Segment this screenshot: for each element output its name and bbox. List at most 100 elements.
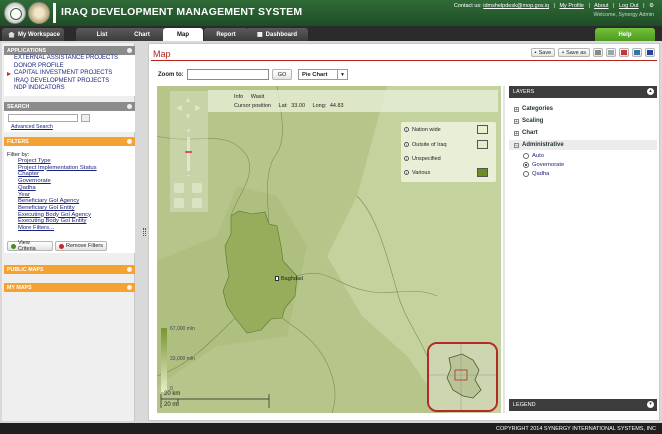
search-button[interactable] (81, 114, 90, 122)
zoom-go-button[interactable]: GO (272, 69, 292, 80)
my-maps-header[interactable]: MY MAPS (4, 283, 135, 292)
filter-link-governorate[interactable]: Governorate (4, 178, 135, 185)
zoom-to-input[interactable] (187, 69, 269, 80)
radio-button[interactable] (523, 153, 529, 159)
app-link-donor-profile[interactable]: DONOR PROFILE (4, 63, 135, 71)
zoom-slider-handle[interactable] (185, 151, 192, 153)
collapse-icon[interactable]: ▴ (647, 88, 654, 95)
info-tool-icon[interactable] (192, 198, 202, 208)
legend-header[interactable]: LEGEND ▾ (509, 399, 657, 411)
app-link-ndp-indicators[interactable]: NDP INDICATORS (4, 85, 135, 93)
advanced-search-link[interactable]: Advanced Search (11, 124, 53, 130)
collapse-icon[interactable] (127, 104, 132, 109)
filter-link-project-type[interactable]: Project Type (4, 158, 135, 165)
app-link-iraq-development[interactable]: IRAQ DEVELOPMENT PROJECTS (4, 78, 135, 86)
export-image-button[interactable] (632, 48, 642, 57)
copy-button[interactable] (606, 48, 616, 57)
pan-left-icon[interactable]: ◀ (174, 104, 184, 112)
settings-icon[interactable]: ⚙ (649, 3, 654, 9)
expand-icon[interactable] (127, 285, 132, 290)
applications-header[interactable]: APPLICATIONS (4, 46, 135, 55)
layer-group-scaling[interactable]: + Scaling (509, 116, 657, 126)
zoom-box-icon[interactable] (192, 183, 202, 193)
layer-group-categories[interactable]: + Categories (509, 104, 657, 114)
my-profile-link[interactable]: My Profile (559, 3, 583, 9)
tab-my-workspace[interactable]: My Workspace (2, 28, 64, 41)
expand-icon[interactable]: + (514, 106, 519, 112)
expand-icon[interactable]: ▾ (647, 401, 654, 408)
zoom-in-icon[interactable]: + (185, 128, 192, 135)
layers-header[interactable]: LAYERS ▴ (509, 86, 657, 98)
map-canvas[interactable]: ▲ ◀ ▶ ▼ + − Info Wasit Cursor position L… (157, 86, 501, 413)
info-icon[interactable]: i (404, 142, 409, 147)
email-button[interactable] (645, 48, 655, 57)
search-input[interactable] (8, 114, 78, 122)
pan-down-icon[interactable]: ▼ (183, 113, 193, 121)
public-maps-panel[interactable]: PUBLIC MAPS (4, 265, 135, 274)
filter-link-qadha[interactable]: Qadha (4, 185, 135, 192)
map-panel-divider[interactable] (503, 86, 505, 413)
expand-icon[interactable] (127, 267, 132, 272)
my-maps-panel[interactable]: MY MAPS (4, 283, 135, 292)
select-tool-icon[interactable] (174, 183, 184, 193)
filter-link-executing-agency[interactable]: Executing Body GoI Agency (4, 212, 135, 219)
info-icon[interactable]: i (404, 170, 409, 175)
admin-option-qadha[interactable]: Qadha (523, 170, 549, 178)
contact-email-link[interactable]: idmshelpdesk@mop.gov.iq (483, 3, 549, 9)
filter-link-executing-entity[interactable]: Executing Body GoI Entity (4, 218, 135, 225)
filter-link-beneficiary-entity[interactable]: Beneficiary GoI Entity (4, 205, 135, 212)
tab-map[interactable]: Map (163, 28, 203, 41)
collapse-icon[interactable]: − (514, 142, 519, 148)
save-as-button[interactable]: ▪ Save as (558, 48, 590, 57)
zoom-out-icon[interactable]: − (185, 173, 192, 180)
expand-icon[interactable]: + (514, 118, 519, 124)
search-header[interactable]: SEARCH (4, 102, 135, 111)
panel-title: PUBLIC MAPS (7, 266, 44, 273)
save-button[interactable]: ▪ Save (530, 48, 556, 57)
filter-link-year[interactable]: Year (4, 192, 135, 199)
tab-dashboard[interactable]: ▦ Dashboard (246, 28, 308, 41)
print-button[interactable] (593, 48, 603, 57)
layer-group-administrative[interactable]: − Administrative (509, 140, 657, 150)
legend-label: Nation wide (412, 127, 441, 133)
chart-type-select[interactable]: Pie Chart ▼ (298, 69, 348, 80)
radio-button[interactable] (523, 162, 529, 168)
city-label-baghdad[interactable]: Baghdad (275, 276, 303, 282)
select-value: Pie Chart (302, 71, 328, 78)
filter-link-beneficiary-agency[interactable]: Beneficiary GoI Agency (4, 198, 135, 205)
expand-icon[interactable]: + (514, 130, 519, 136)
view-criteria-button[interactable]: View Criteria (7, 240, 53, 252)
scale-label-mid: 33,000 mln (170, 356, 195, 362)
info-icon[interactable]: i (404, 127, 409, 132)
layer-group-chart[interactable]: + Chart (509, 128, 657, 138)
tab-report[interactable]: Report (204, 28, 248, 41)
remove-filters-button[interactable]: Remove Filters (55, 241, 107, 251)
app-link-capital-investment[interactable]: CAPITAL INVESTMENT PROJECTS (4, 70, 135, 78)
public-maps-header[interactable]: PUBLIC MAPS (4, 265, 135, 274)
measure-icon[interactable] (174, 198, 184, 208)
filter-link-implementation-status[interactable]: Project Implementation Status (4, 165, 135, 172)
logout-link[interactable]: Log Out (619, 3, 639, 9)
filter-link-more[interactable]: More Filters... (4, 225, 135, 232)
app-title: IRAQ DEVELOPMENT MANAGEMENT SYSTEM (61, 6, 303, 18)
button-label: Save as (566, 49, 586, 56)
app-link-external-assistance[interactable]: EXTERNAL ASSISTANCE PROJECTS (4, 55, 135, 63)
about-link[interactable]: About (594, 3, 608, 9)
info-icon[interactable]: i (404, 156, 409, 161)
pan-right-icon[interactable]: ▶ (193, 104, 203, 112)
collapse-icon[interactable] (127, 48, 132, 53)
layers-panel: LAYERS ▴ + Categories + Scaling + Chart … (509, 86, 657, 413)
pan-up-icon[interactable]: ▲ (183, 96, 193, 104)
collapse-icon[interactable] (127, 139, 132, 144)
filters-header[interactable]: FILTERS (4, 137, 135, 146)
overview-map[interactable] (427, 342, 498, 412)
admin-option-auto[interactable]: Auto (523, 152, 544, 160)
zoom-slider[interactable] (187, 137, 190, 171)
filter-link-chapter[interactable]: Chapter (4, 171, 135, 178)
radio-button[interactable] (523, 171, 529, 177)
export-pdf-button[interactable] (619, 48, 629, 57)
sidebar-splitter-handle[interactable] (143, 228, 146, 236)
help-button[interactable]: Help (595, 28, 655, 41)
admin-option-governorate[interactable]: Governorate (523, 161, 564, 169)
tab-chart[interactable]: Chart (118, 28, 166, 41)
